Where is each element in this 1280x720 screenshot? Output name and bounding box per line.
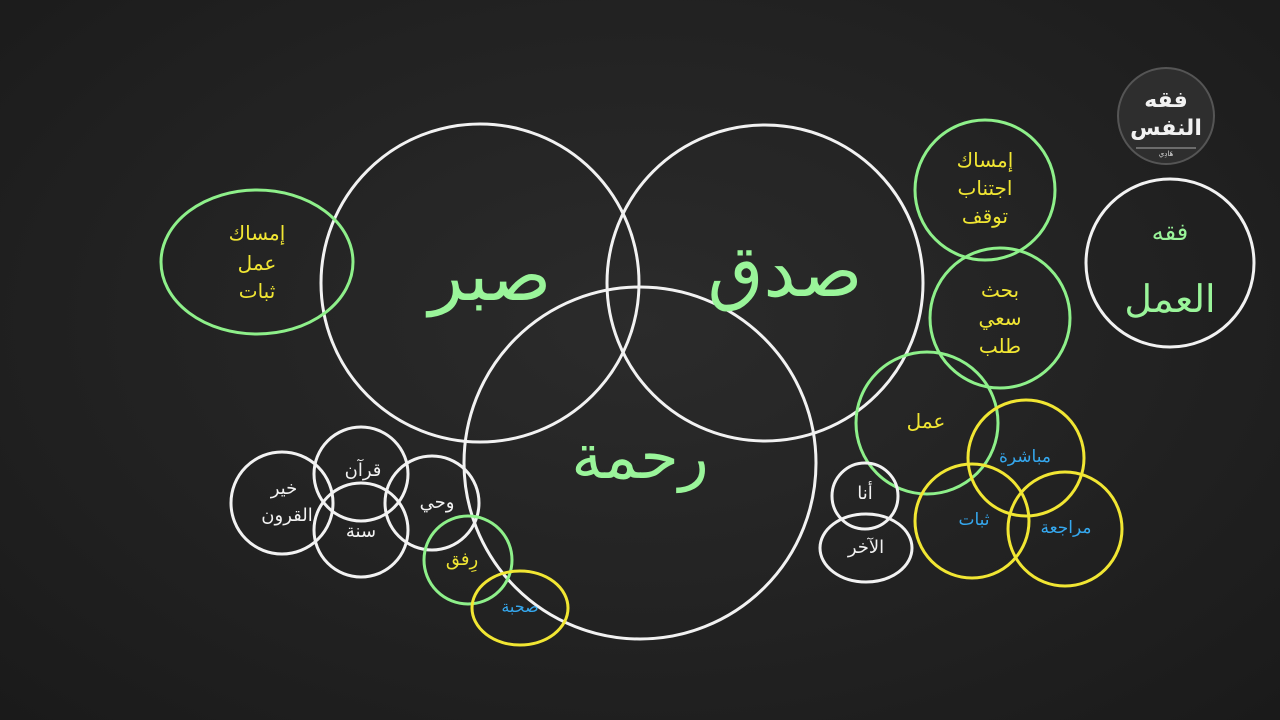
logo-line1: فقه (1144, 88, 1188, 113)
amal-label: عمل (907, 409, 946, 433)
sabr-group-item: عمل (238, 251, 277, 275)
wahy-label: وحي (420, 492, 455, 513)
sunna-label: سنة (346, 521, 376, 542)
sidq-group-2-item: طلب (979, 334, 1021, 358)
quran-label: قرآن (345, 458, 382, 481)
sidq-group-1-item: توقف (962, 204, 1008, 228)
rifq-label: رِفق (446, 549, 478, 572)
mubashara-label: مباشرة (999, 447, 1051, 467)
sidq-group-2-item: سعي (978, 306, 1021, 331)
sidq-group-2-item: بحث (981, 278, 1019, 302)
logo-line2: النفس (1130, 116, 1202, 141)
fiqh-amal-line1: فقه (1152, 218, 1188, 246)
venn-diagram: صبر صدق رحمة إمساك عمل ثبات إمساك اجتناب… (159, 67, 1256, 647)
sidq-group-1-item: اجتناب (958, 176, 1013, 200)
khayr-label: القرون (261, 505, 312, 526)
akhar-label: الآخر (847, 536, 884, 558)
logo: فقه النفس هَادِي (1117, 67, 1215, 165)
rahma-label: رحمة (571, 420, 708, 494)
muraja-label: مراجعة (1040, 518, 1091, 538)
suhba-label: صحبة (501, 597, 538, 616)
chalkboard-background: صبر صدق رحمة إمساك عمل ثبات إمساك اجتناب… (0, 0, 1280, 720)
sabr-group-item: ثبات (239, 279, 276, 303)
fiqh-amal-line2: العمل (1124, 277, 1215, 321)
sabr-group-item: إمساك (229, 221, 286, 246)
logo-small: هَادِي (1159, 150, 1174, 158)
khayr-circle (229, 450, 335, 556)
sidq-label: صدق (708, 229, 863, 313)
khayr-label: خير (270, 478, 298, 499)
thabat-label: ثبات (958, 510, 989, 530)
ana-label: أنا (857, 481, 873, 504)
fiqh-amal-circle (1084, 177, 1256, 349)
sidq-group-1-item: إمساك (957, 148, 1014, 173)
sabr-label: صبر (426, 233, 552, 318)
